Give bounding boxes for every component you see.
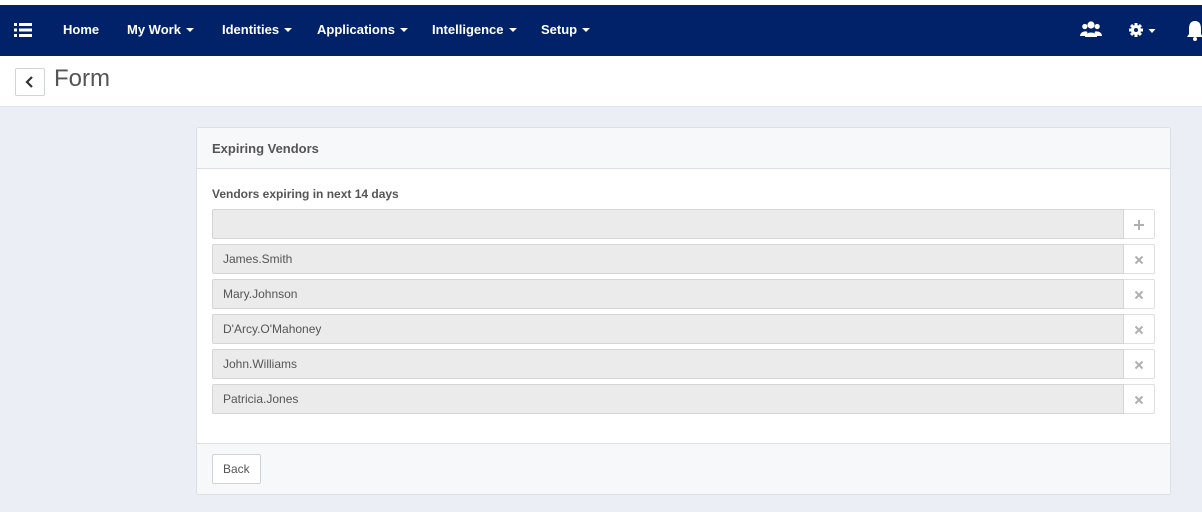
close-icon (1134, 395, 1144, 405)
page-header: Form (0, 56, 1202, 107)
nav-applications-label: Applications (317, 22, 396, 37)
panel-heading: Expiring Vendors (197, 128, 1170, 169)
new-vendor-input[interactable] (212, 209, 1124, 239)
vendor-value[interactable]: John.Williams (212, 349, 1124, 379)
nav-home-label: Home (63, 22, 100, 37)
add-vendor-button[interactable] (1124, 209, 1155, 239)
nav-intelligence-label: Intelligence (432, 22, 504, 37)
nav-my-work[interactable]: My Work (127, 5, 194, 56)
settings-dropdown[interactable] (1128, 5, 1160, 56)
new-vendor-row (212, 209, 1155, 239)
vendor-row: Patricia.Jones (212, 384, 1155, 414)
caret-down-icon (508, 28, 517, 32)
nav-home[interactable]: Home (63, 5, 99, 56)
bell-icon[interactable] (1186, 5, 1202, 56)
remove-vendor-button[interactable] (1124, 349, 1155, 379)
menu-list-icon[interactable] (14, 23, 32, 37)
caret-down-icon (400, 28, 409, 32)
vendor-row: James.Smith (212, 244, 1155, 274)
close-icon (1134, 290, 1144, 300)
caret-down-icon (582, 28, 591, 32)
page-title: Form (54, 65, 110, 92)
vendor-value[interactable]: Patricia.Jones (212, 384, 1124, 414)
vendor-row: John.Williams (212, 349, 1155, 379)
chevron-left-icon (25, 76, 33, 88)
close-icon (1134, 255, 1144, 265)
remove-vendor-button[interactable] (1124, 244, 1155, 274)
vendor-value[interactable]: D'Arcy.O'Mahoney (212, 314, 1124, 344)
close-icon (1134, 325, 1144, 335)
top-navbar: Home My Work Identities Applications Int… (0, 5, 1202, 56)
nav-my-work-label: My Work (127, 22, 181, 37)
plus-icon (1134, 220, 1144, 230)
remove-vendor-button[interactable] (1124, 279, 1155, 309)
caret-down-icon (284, 28, 293, 32)
form-panel: Expiring Vendors Vendors expiring in nex… (196, 127, 1171, 495)
nav-setup-label: Setup (541, 22, 578, 37)
nav-identities-label: Identities (222, 22, 280, 37)
vendor-value[interactable]: James.Smith (212, 244, 1124, 274)
users-icon[interactable] (1080, 5, 1102, 56)
vendors-field-label: Vendors expiring in next 14 days (212, 187, 399, 201)
nav-identities[interactable]: Identities (222, 5, 293, 56)
caret-down-icon (185, 28, 194, 32)
panel-title: Expiring Vendors (212, 141, 319, 156)
back-nav-button[interactable] (15, 68, 45, 96)
vendor-row: Mary.Johnson (212, 279, 1155, 309)
panel-footer: Back (197, 443, 1170, 494)
back-button[interactable]: Back (212, 454, 261, 484)
remove-vendor-button[interactable] (1124, 384, 1155, 414)
nav-applications[interactable]: Applications (317, 5, 409, 56)
nav-intelligence[interactable]: Intelligence (432, 5, 517, 56)
remove-vendor-button[interactable] (1124, 314, 1155, 344)
close-icon (1134, 360, 1144, 370)
gear-icon (1129, 23, 1143, 37)
vendor-row: D'Arcy.O'Mahoney (212, 314, 1155, 344)
nav-setup[interactable]: Setup (541, 5, 591, 56)
vendor-value[interactable]: Mary.Johnson (212, 279, 1124, 309)
